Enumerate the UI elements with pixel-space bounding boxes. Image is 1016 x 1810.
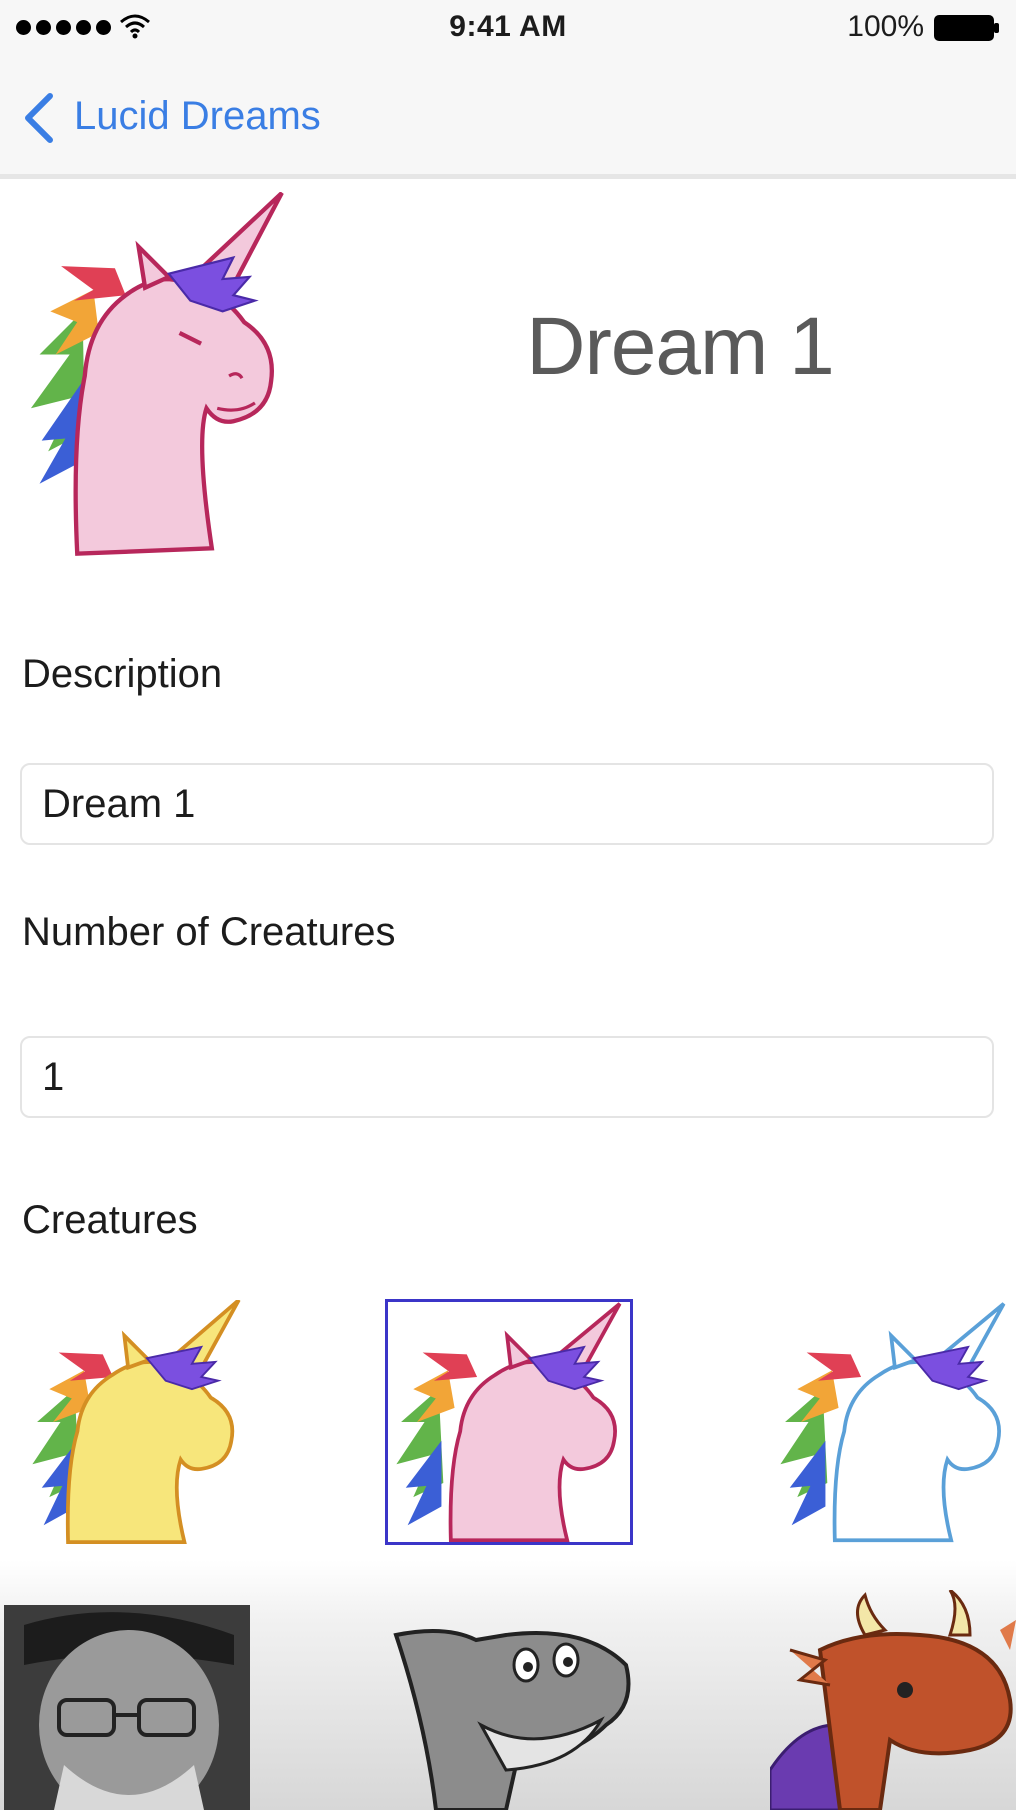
status-bar: 9:41 AM 100%: [0, 0, 1016, 56]
unicorn-pink-image: [396, 1302, 622, 1543]
back-button[interactable]: Lucid Dreams: [74, 94, 321, 139]
shark-image: [393, 1629, 631, 1810]
creature-unicorn-yellow[interactable]: [22, 1300, 268, 1544]
description-label: Description: [22, 652, 223, 696]
man-photo-image: [4, 1605, 250, 1810]
description-field[interactable]: Dream 1: [20, 763, 994, 845]
battery-full-icon: [934, 15, 999, 41]
creatures-label: Creatures: [22, 1198, 198, 1242]
unicorn-pink-image: [30, 191, 284, 556]
number-of-creatures-field[interactable]: 1: [20, 1036, 994, 1118]
dream-title: Dream 1: [526, 301, 834, 392]
navigation-bar: Lucid Dreams: [0, 56, 1016, 179]
chevron-left-icon[interactable]: [22, 92, 56, 144]
creature-shark[interactable]: [386, 1605, 632, 1810]
creature-dragon[interactable]: [770, 1590, 1016, 1810]
unicorn-white-image: [780, 1302, 1006, 1543]
dream-image[interactable]: [18, 191, 298, 560]
creature-unicorn-pink[interactable]: [385, 1299, 633, 1545]
number-of-creatures-label: Number of Creatures: [22, 910, 396, 954]
dragon-image: [770, 1590, 1016, 1810]
battery-percent: 100%: [847, 10, 924, 43]
creature-unicorn-white[interactable]: [770, 1300, 1016, 1544]
unicorn-yellow-image: [32, 1300, 241, 1544]
creature-man-photo[interactable]: [4, 1605, 250, 1810]
